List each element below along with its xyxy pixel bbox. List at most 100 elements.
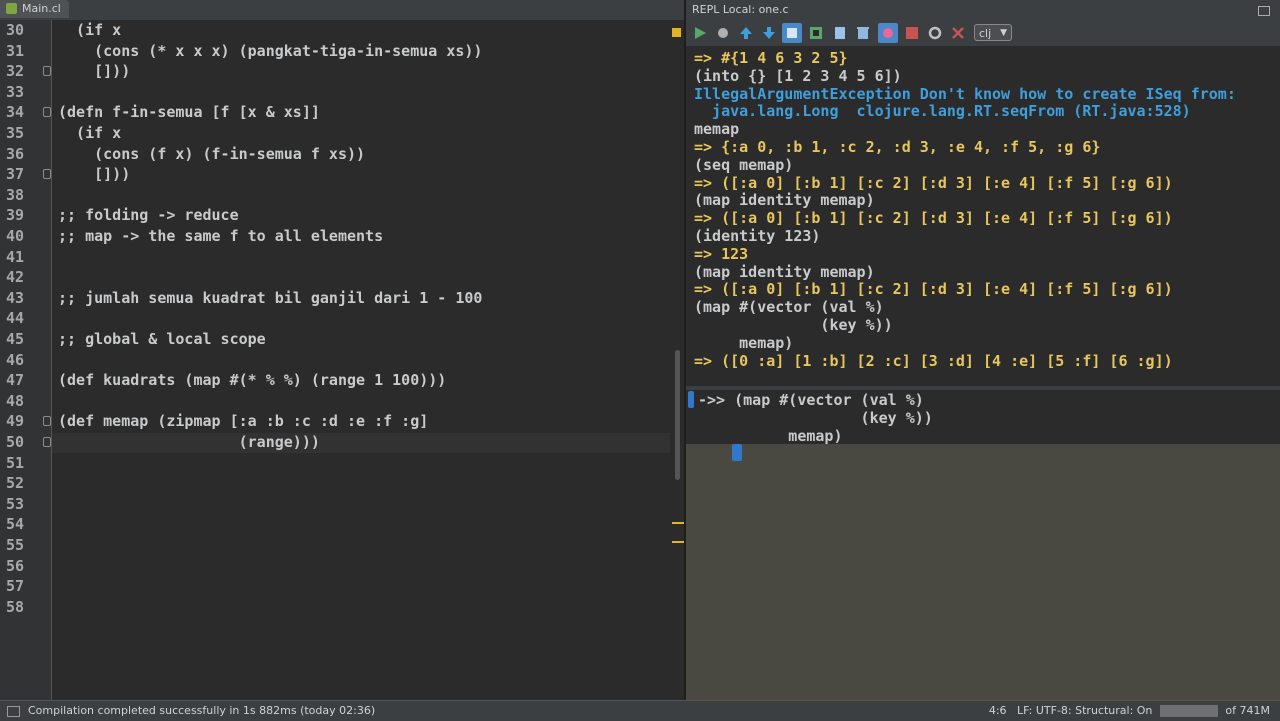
line-number: 48 (5, 391, 24, 410)
pin-icon[interactable] (878, 23, 898, 43)
code-line[interactable]: ;; jumlah semua kuadrat bil ganjil dari … (58, 288, 482, 309)
run-icon[interactable] (692, 25, 708, 41)
code-line[interactable]: [])) (58, 164, 130, 185)
error-stripe-marker[interactable] (672, 522, 684, 524)
line-number: 52 (5, 474, 24, 493)
repl-result-line: => ([:a 0] [:b 1] [:c 2] [:d 3] [:e 4] [… (694, 209, 1173, 228)
repl-command-line: (map identity memap) (694, 262, 875, 281)
stop-icon[interactable] (715, 25, 731, 41)
repl-prompt-marker (688, 391, 694, 408)
repl-input[interactable]: ->> (map #(vector (val %) (key %)) memap… (686, 390, 1280, 700)
code-line[interactable]: (if x (58, 20, 121, 41)
code-line[interactable]: (cons (* x x x) (pangkat-tiga-in-semua x… (58, 41, 482, 62)
load-file-icon[interactable] (808, 25, 824, 41)
status-bar: Compilation completed successfully in 1s… (0, 700, 1280, 721)
code-line[interactable]: (cons (f x) (f-in-semua f xs)) (58, 144, 365, 165)
code-line[interactable]: (defn f-in-semua [f [x & xs]] (58, 102, 320, 123)
close-red-icon[interactable] (904, 25, 920, 41)
file-encoding[interactable]: UTF-8 (1036, 704, 1068, 717)
copy-icon[interactable] (832, 25, 848, 41)
editor-pane[interactable]: Main.cl 30 31 32 33 34 35 36 37 38 39 40 41 42 43 44 45… (0, 0, 684, 700)
repl-input-text-area[interactable]: ->> (map #(vector (val %) (key %)) memap… (686, 390, 1280, 445)
line-number: 50 (5, 433, 24, 451)
repl-title: REPL Local: one.c (692, 3, 789, 16)
line-number: 57 (5, 577, 24, 596)
fold-marker-icon[interactable] (43, 107, 51, 118)
chevron-down-icon: ▼ (1000, 28, 1007, 38)
editor-tab[interactable]: Main.cl (0, 0, 69, 18)
editor-scroll-thumb[interactable] (675, 350, 680, 480)
repl-pane: REPL Local: one.c clj ▼ => #{1 4 6 3 2 5… (684, 0, 1280, 700)
line-number: 45 (5, 330, 24, 348)
line-number: 37 (5, 165, 24, 184)
fold-marker-icon[interactable] (43, 437, 51, 447)
editor-tab-bar: Main.cl (0, 0, 684, 20)
code-line[interactable]: ;; global & local scope (58, 329, 266, 350)
line-number: 55 (5, 536, 24, 554)
refresh-icon[interactable] (927, 25, 943, 41)
structural-mode[interactable]: Structural: On (1075, 704, 1152, 717)
repl-input-line[interactable]: memap) (698, 427, 842, 445)
repl-input-line[interactable]: ->> (map #(vector (val %) (698, 391, 924, 409)
repl-command-line: (into {} [1 2 3 4 5 6]) (694, 66, 902, 85)
error-stripe-marker[interactable] (672, 541, 684, 543)
line-number: 51 (5, 453, 24, 472)
editor-tab-label: Main.cl (22, 2, 61, 15)
language-select-value: clj (979, 27, 992, 40)
line-number: 46 (5, 350, 24, 369)
repl-command-line: memap (694, 120, 740, 139)
repl-command-line: (seq memap) (694, 155, 794, 174)
status-message[interactable]: Compilation completed successfully in 1s… (28, 701, 375, 721)
fold-marker-icon[interactable] (43, 66, 51, 77)
status-toggle-icon[interactable] (7, 706, 20, 717)
repl-result-line: => 123 (694, 244, 749, 263)
repl-input-line[interactable]: (key %)) (698, 409, 933, 427)
memory-indicator[interactable] (1159, 705, 1218, 717)
repl-title-bar: REPL Local: one.c (686, 0, 1280, 20)
line-number: 33 (5, 82, 24, 101)
line-number: 36 (5, 144, 24, 163)
memory-total: of 741M (1225, 704, 1270, 717)
line-separator[interactable]: LF (1017, 704, 1029, 717)
language-select[interactable]: clj ▼ (974, 24, 1012, 41)
line-number: 47 (5, 371, 24, 390)
close-x-icon[interactable] (950, 25, 966, 41)
line-number: 35 (5, 124, 24, 142)
line-number: 41 (5, 247, 24, 266)
repl-result-line: => ([0 :a] [1 :b] [2 :c] [3 :d] [4 :e] [… (694, 351, 1173, 370)
code-line[interactable]: (if x (58, 123, 121, 144)
line-number: 32 (5, 62, 24, 81)
code-line[interactable]: ;; map -> the same f to all elements (58, 226, 383, 247)
line-number-gutter: 30 31 32 33 34 35 36 37 38 39 40 41 42 43 44 45 46 47 48 49… (0, 20, 52, 700)
clear-icon[interactable] (855, 25, 871, 41)
restore-window-icon[interactable] (1258, 6, 1270, 16)
fold-marker-icon[interactable] (43, 169, 51, 180)
repl-error-line: IllegalArgumentException Don't know how … (694, 84, 1236, 103)
repl-output[interactable]: => #{1 4 6 3 2 5} (into {} [1 2 3 4 5 6])… (686, 48, 1280, 370)
editor-scrollbar[interactable] (670, 20, 684, 700)
line-number: 53 (5, 494, 24, 513)
code-line[interactable]: ;; folding -> reduce (58, 205, 239, 226)
repl-result-line: => #{1 4 6 3 2 5} (694, 49, 848, 67)
fold-marker-icon[interactable] (43, 416, 51, 427)
code-line[interactable]: (range))) (58, 432, 320, 453)
repl-command-line: memap) (694, 333, 794, 352)
down-arrow-icon[interactable] (761, 25, 777, 41)
warning-marker[interactable] (672, 28, 681, 37)
history-icon[interactable] (782, 23, 802, 43)
code-line[interactable]: (def kuadrats (map #(* % %) (range 1 100… (58, 370, 446, 391)
repl-result-line: => ([:a 0] [:b 1] [:c 2] [:d 3] [:e 4] [… (694, 173, 1173, 192)
line-number: 54 (5, 515, 24, 534)
line-number: 34 (5, 103, 24, 122)
text-caret (732, 444, 742, 461)
repl-result-line: => ([:a 0] [:b 1] [:c 2] [:d 3] [:e 4] [… (694, 280, 1173, 299)
repl-command-line: (key %)) (694, 316, 893, 334)
caret-position[interactable]: 4:6 (989, 704, 1007, 717)
up-arrow-icon[interactable] (738, 25, 754, 41)
code-line[interactable]: (def memap (zipmap [:a :b :c :d :e :f :g… (58, 411, 428, 432)
line-number: 56 (5, 556, 24, 575)
line-number: 30 (5, 21, 24, 39)
repl-error-line: java.lang.Long clojure.lang.RT.seqFrom (… (694, 102, 1191, 121)
code-line[interactable]: [])) (58, 61, 130, 82)
line-number: 40 (5, 227, 24, 245)
